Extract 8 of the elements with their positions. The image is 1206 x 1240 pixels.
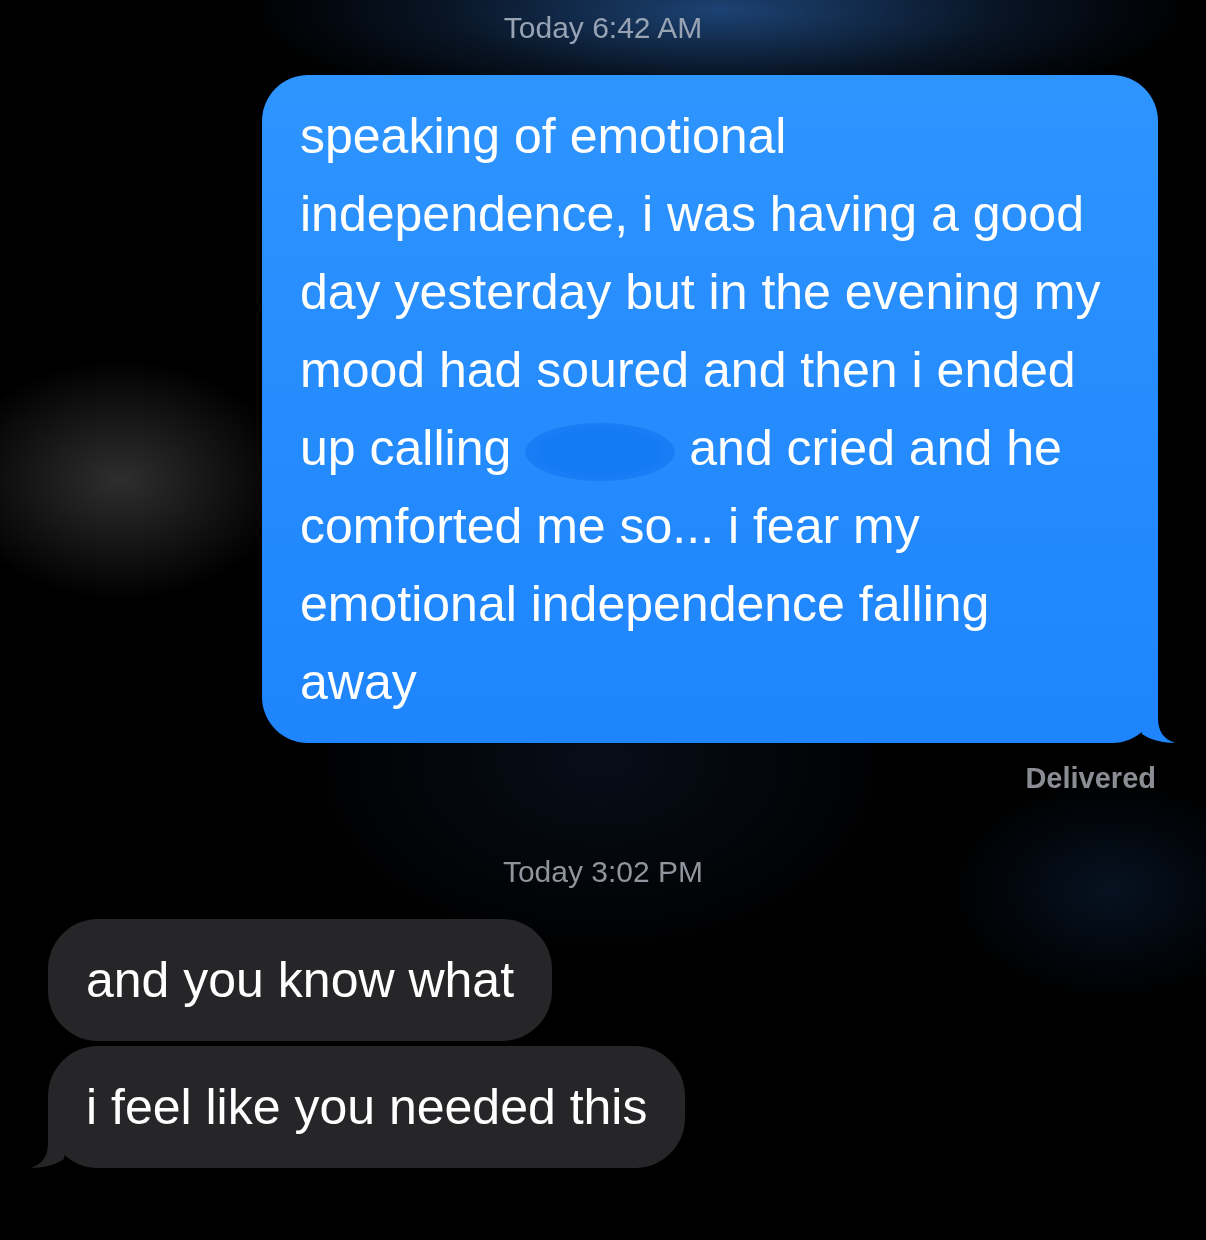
message-text: up calling — [300, 419, 512, 478]
timestamp: Today 3:02 PM — [502, 854, 704, 890]
timestamp: Today 6:42 AM — [503, 10, 703, 46]
message-text: and you know what — [86, 951, 515, 1010]
message-text: i feel like you needed this — [86, 1078, 648, 1137]
message-text: and cried and he — [689, 419, 1062, 478]
message-text: comforted me so... i fear my emotional independence falling away — [300, 497, 991, 712]
delivery-status: Delivered — [1025, 761, 1156, 796]
